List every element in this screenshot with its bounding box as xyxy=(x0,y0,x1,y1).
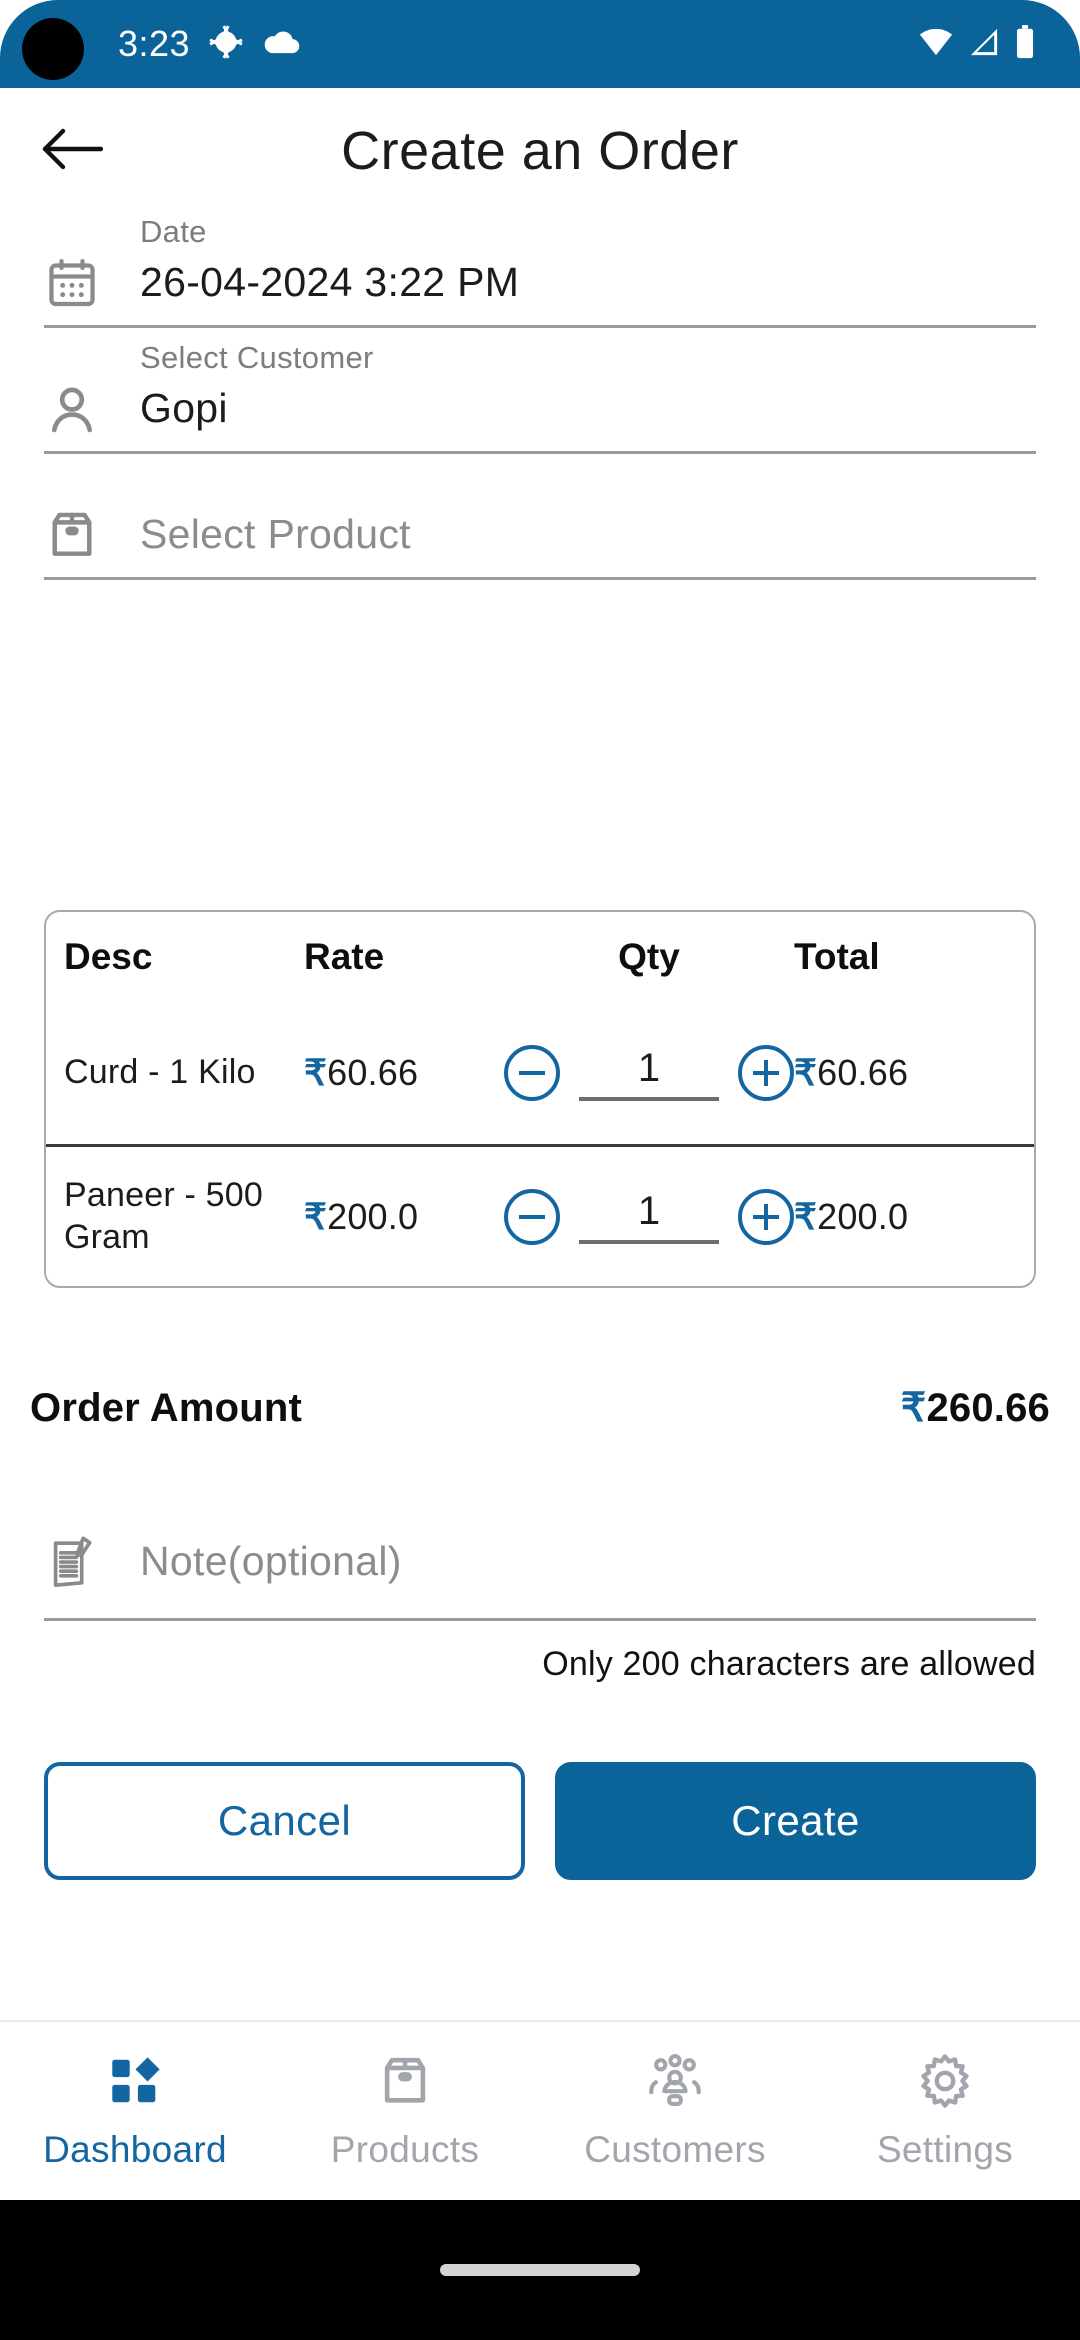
plus-circle-icon[interactable] xyxy=(738,1045,794,1101)
quantity-stepper xyxy=(504,1045,794,1101)
customer-field-value: Gopi xyxy=(140,384,228,431)
item-rate-value: 60.66 xyxy=(327,1052,419,1093)
item-rate: ₹60.66 xyxy=(304,1052,504,1094)
back-button[interactable] xyxy=(36,115,108,187)
order-amount-number: 260.66 xyxy=(926,1386,1050,1430)
table-row: Curd - 1 Kilo ₹60.66 ₹60.66 xyxy=(46,1002,1034,1144)
home-gesture-pill[interactable] xyxy=(440,2264,640,2276)
battery-icon xyxy=(1014,24,1036,64)
table-header-row: Desc Rate Qty Total xyxy=(46,912,1034,1002)
product-field-body: Select Product xyxy=(140,508,1036,577)
calendar-icon xyxy=(44,255,140,325)
rupee-symbol-icon: ₹ xyxy=(304,1195,328,1237)
column-header-rate: Rate xyxy=(304,936,385,977)
note-field-body: Note(optional) xyxy=(140,1535,1036,1588)
date-field-value: 26-04-2024 3:22 PM xyxy=(140,258,520,305)
item-description: Paneer - 500 Gram xyxy=(64,1176,263,1256)
order-amount-row: Order Amount ₹260.66 xyxy=(30,1385,1050,1431)
gear-icon xyxy=(916,2052,974,2115)
action-button-row: Cancel Create xyxy=(44,1762,1036,1880)
nav-label-dashboard: Dashboard xyxy=(43,2128,227,2170)
order-amount-value: ₹260.66 xyxy=(901,1385,1050,1431)
column-header-total: Total xyxy=(794,936,880,977)
column-header-qty: Qty xyxy=(618,936,680,977)
item-total-value: 200.0 xyxy=(817,1195,909,1237)
date-field-label: Date xyxy=(140,213,207,249)
minus-circle-icon[interactable] xyxy=(504,1188,560,1245)
page-title: Create an Order xyxy=(341,121,739,181)
status-time: 3:23 xyxy=(118,23,191,64)
app-bar: Create an Order xyxy=(0,88,1080,214)
column-header-desc: Desc xyxy=(64,936,153,977)
customers-group-icon xyxy=(646,2052,704,2115)
rupee-symbol-icon: ₹ xyxy=(304,1052,328,1093)
note-character-hint: Only 200 characters are allowed xyxy=(542,1645,1036,1683)
order-items-table: Desc Rate Qty Total Curd - 1 Kilo ₹60.66… xyxy=(44,910,1036,1288)
select-product-field[interactable]: Select Product xyxy=(44,484,1036,580)
rupee-symbol-icon: ₹ xyxy=(900,1386,927,1430)
plus-circle-icon[interactable] xyxy=(738,1188,794,1245)
status-bar: 3:23 xyxy=(0,0,1080,88)
table-row: Paneer - 500 Gram ₹200.0 ₹200.0 xyxy=(46,1144,1034,1286)
quantity-input[interactable] xyxy=(579,1189,719,1244)
nav-item-products[interactable]: Products xyxy=(270,2052,540,2171)
customer-field-body: Select Customer Gopi xyxy=(140,339,1036,451)
nav-label-customers: Customers xyxy=(584,2128,766,2170)
product-field-placeholder: Select Product xyxy=(140,510,411,557)
minus-circle-icon[interactable] xyxy=(504,1045,560,1101)
nav-label-products: Products xyxy=(330,2128,480,2170)
order-amount-label: Order Amount xyxy=(30,1386,303,1430)
front-camera-cutout xyxy=(22,18,84,80)
nav-label-settings: Settings xyxy=(876,2128,1014,2170)
date-field-body: Date 26-04-2024 3:22 PM xyxy=(140,213,1036,325)
nav-item-dashboard[interactable]: Dashboard xyxy=(0,2052,270,2171)
select-customer-field[interactable]: Select Customer Gopi xyxy=(44,340,1036,454)
cellular-signal-icon xyxy=(967,26,1001,63)
dashboard-grid-icon xyxy=(106,2052,164,2115)
status-bar-right xyxy=(918,24,1036,64)
quantity-input[interactable] xyxy=(579,1045,719,1101)
note-pencil-icon xyxy=(44,1533,140,1591)
customer-field-label: Select Customer xyxy=(140,339,374,375)
package-box-icon xyxy=(44,507,140,577)
status-bar-left: 3:23 xyxy=(118,23,300,65)
bottom-navigation-bar: Dashboard Products Customers Settings xyxy=(0,2020,1080,2200)
note-field-placeholder: Note(optional) xyxy=(140,1537,402,1584)
rupee-symbol-icon: ₹ xyxy=(794,1052,818,1093)
person-icon xyxy=(44,381,140,451)
phone-screen: 3:23 Create an Order Date 26-04-2024 3:2… xyxy=(0,0,1080,2340)
wifi-icon xyxy=(918,26,954,63)
android-bug-icon xyxy=(208,24,244,65)
item-total: ₹200.0 xyxy=(794,1196,984,1238)
date-field[interactable]: Date 26-04-2024 3:22 PM xyxy=(44,214,1036,328)
item-total: ₹60.66 xyxy=(794,1052,984,1094)
note-field[interactable]: Note(optional) xyxy=(44,1505,1036,1621)
nav-item-customers[interactable]: Customers xyxy=(540,2052,810,2171)
item-description: Curd - 1 Kilo xyxy=(64,1053,256,1092)
system-gesture-area xyxy=(0,2200,1080,2340)
arrow-left-icon xyxy=(41,125,104,178)
item-rate: ₹200.0 xyxy=(304,1196,504,1238)
item-rate-value: 200.0 xyxy=(327,1195,419,1237)
nav-item-settings[interactable]: Settings xyxy=(810,2052,1080,2171)
create-button[interactable]: Create xyxy=(555,1762,1036,1880)
rupee-symbol-icon: ₹ xyxy=(794,1195,818,1237)
quantity-stepper xyxy=(504,1188,794,1245)
cancel-button[interactable]: Cancel xyxy=(44,1762,525,1880)
package-box-icon xyxy=(376,2052,434,2115)
cloud-icon xyxy=(262,28,300,61)
item-total-value: 60.66 xyxy=(817,1052,909,1093)
